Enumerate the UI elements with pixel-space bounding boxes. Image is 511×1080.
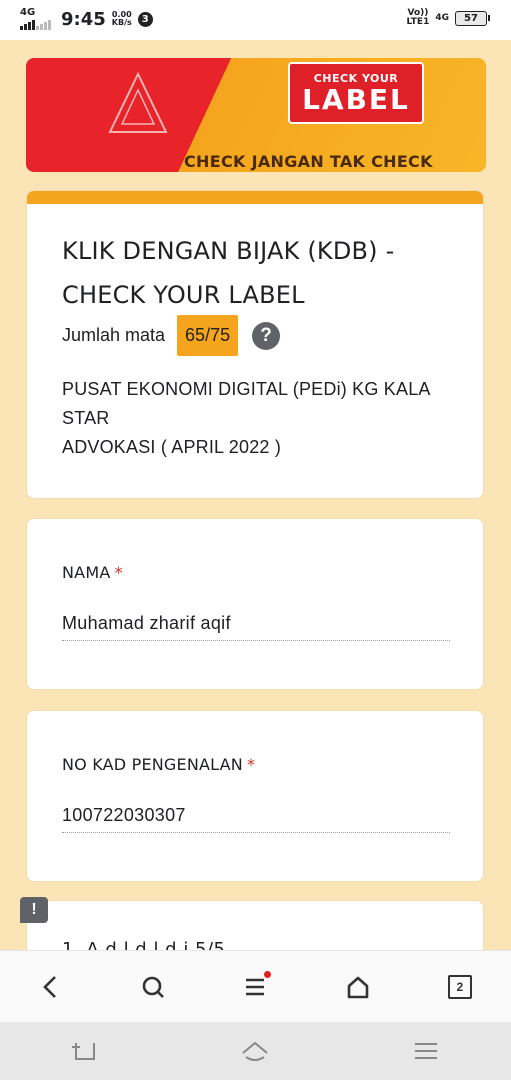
browser-toolbar: 2 bbox=[0, 950, 511, 1023]
signal-bars-icon bbox=[20, 18, 51, 30]
question-label-text: NAMA bbox=[62, 563, 111, 582]
card-accent-bar bbox=[27, 191, 483, 204]
status-bar: 4G 9:45 0.00 KB/s 3 Vo)) LTE1 4G 57 bbox=[0, 0, 511, 40]
tabs-button[interactable]: 2 bbox=[436, 963, 484, 1011]
description-line-1: PUSAT EKONOMI DIGITAL (PEDi) KG KALA STA… bbox=[62, 379, 430, 428]
required-asterisk: * bbox=[246, 755, 256, 774]
back-button[interactable] bbox=[27, 963, 75, 1011]
search-icon bbox=[142, 976, 165, 998]
system-home-icon[interactable] bbox=[240, 1037, 270, 1065]
status-right: Vo)) LTE1 4G 57 bbox=[407, 9, 490, 27]
required-asterisk: * bbox=[114, 563, 123, 582]
system-navigation-bar bbox=[0, 1022, 511, 1080]
feedback-icon[interactable]: ! bbox=[20, 897, 48, 923]
back-icon bbox=[43, 976, 57, 998]
logo-decoration-icon bbox=[108, 72, 168, 133]
recent-apps-icon[interactable] bbox=[70, 1037, 100, 1065]
score-row: Jumlah mata 65/75 ? bbox=[62, 315, 281, 356]
status-time: 9:45 bbox=[61, 8, 106, 30]
answer-field-ic[interactable]: 100722030307 bbox=[62, 805, 450, 833]
question-card-ic: NO KAD PENGENALAN * 100722030307 bbox=[26, 710, 484, 882]
header-banner: CHECK YOUR LABEL CHECK JANGAN TAK CHECK bbox=[26, 58, 486, 172]
home-button[interactable] bbox=[334, 963, 382, 1011]
home-icon bbox=[347, 976, 368, 999]
form-description: PUSAT EKONOMI DIGITAL (PEDi) KG KALA STA… bbox=[62, 375, 462, 462]
form-title: KLIK DENGAN BIJAK (KDB) - CHECK YOUR LAB… bbox=[62, 237, 395, 309]
tabs-icon: 2 bbox=[447, 975, 472, 999]
sign-main-text: LABEL bbox=[302, 82, 410, 116]
banner-tagline: CHECK JANGAN TAK CHECK bbox=[184, 152, 433, 171]
volte-indicator: Vo)) LTE1 bbox=[407, 9, 430, 27]
battery-icon: 57 bbox=[455, 10, 490, 26]
status-left: 4G 9:45 0.00 KB/s 3 bbox=[20, 8, 153, 30]
notification-count-badge: 3 bbox=[137, 11, 153, 27]
question-label: NO KAD PENGENALAN * bbox=[62, 755, 255, 774]
help-icon[interactable]: ? bbox=[252, 321, 281, 350]
menu-button[interactable] bbox=[231, 963, 279, 1011]
check-your-label-sign: CHECK YOUR LABEL bbox=[288, 62, 424, 124]
network-type: 4G bbox=[435, 13, 449, 23]
search-button[interactable] bbox=[129, 963, 177, 1011]
question-label: NAMA * bbox=[62, 563, 123, 582]
description-line-2: ADVOKASI ( APRIL 2022 ) bbox=[62, 437, 282, 457]
network-speed: 0.00 KB/s bbox=[112, 11, 132, 27]
score-value: 65/75 bbox=[177, 315, 239, 356]
answer-field-nama[interactable]: Muhamad zharif aqif bbox=[62, 613, 450, 641]
tabs-count: 2 bbox=[456, 980, 464, 994]
speed-unit: KB/s bbox=[111, 18, 132, 27]
form-title-card: KLIK DENGAN BIJAK (KDB) - CHECK YOUR LAB… bbox=[26, 190, 484, 499]
question-card-nama: NAMA * Muhamad zharif aqif bbox=[26, 518, 484, 690]
signal-indicator: 4G bbox=[20, 8, 51, 30]
system-menu-icon[interactable] bbox=[411, 1037, 441, 1065]
battery-level: 57 bbox=[464, 12, 478, 24]
question-label-text: NO KAD PENGENALAN bbox=[62, 755, 243, 774]
volte-bottom: LTE1 bbox=[406, 17, 430, 27]
notification-dot bbox=[264, 971, 272, 978]
signal-label: 4G bbox=[20, 7, 36, 18]
score-label: Jumlah mata bbox=[62, 325, 166, 345]
